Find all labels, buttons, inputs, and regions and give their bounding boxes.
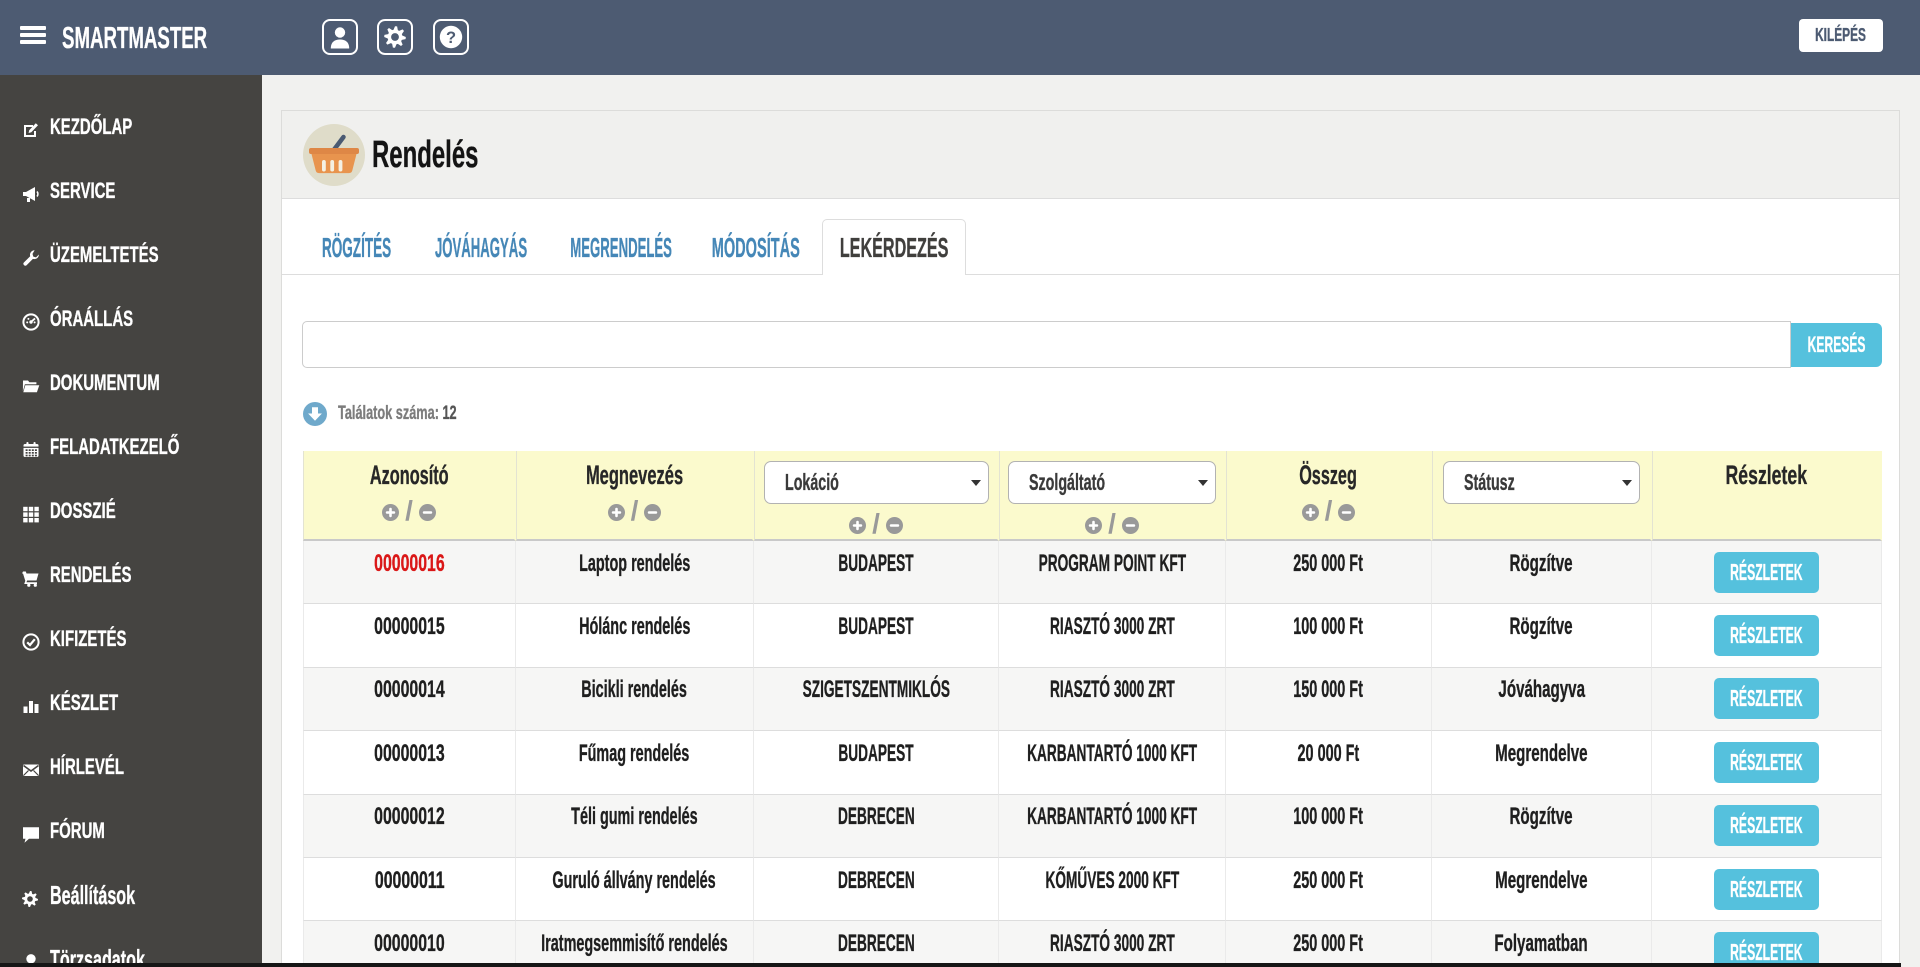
svg-text:?: ?	[446, 29, 456, 47]
